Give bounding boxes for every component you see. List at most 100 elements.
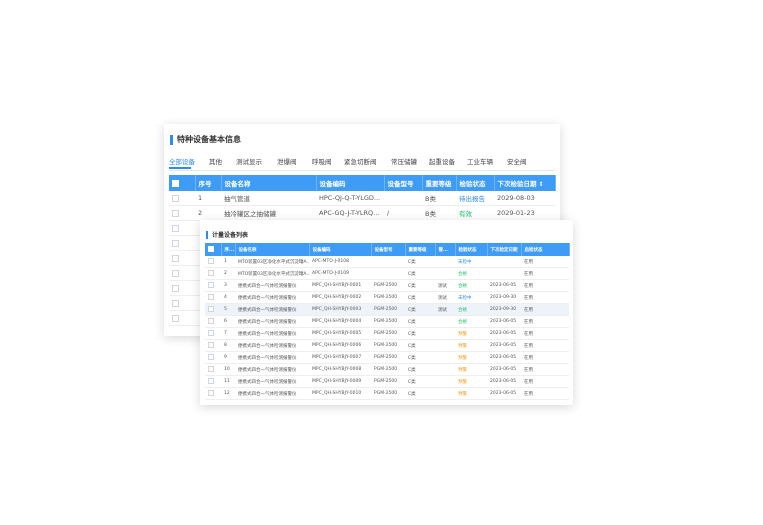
table-row[interactable]: 9 便携式四合一气体检测报警仪 MPC_QH-SHYBJY-0007 PGM-2500… [205,351,569,364]
col-header-manage: 管... [435,243,456,256]
table-row[interactable]: 2 MTO装置03区净化水平式沉淀罐A... APC-MTO-J-0109 C类 合格 在… [205,267,569,280]
row-checkbox[interactable] [205,279,221,292]
table-cell: PGM-2500 [371,315,405,328]
table-cell: APC-MTO-J-0108 [309,256,371,268]
table-cell: 9 [221,351,235,364]
title-accent-bar [170,134,173,145]
table-row[interactable]: 7 便携式四合一气体检测报警仪 MPC_QH-SHYBJY-0005 PGM-2500… [205,327,569,340]
row-checkbox[interactable] [205,267,221,280]
row-checkbox[interactable] [205,315,221,328]
checkbox-icon [172,209,179,217]
row-checkbox[interactable] [205,387,221,400]
table-cell: 便携式四合一气体检测报警仪 [235,279,309,292]
table-cell: PGM-2500 [371,351,405,364]
tab-8[interactable]: 工业车辆 [467,156,493,166]
table-cell [435,363,455,376]
table-cell: 10 [221,363,235,376]
row-checkbox[interactable] [169,295,195,311]
row-checkbox[interactable] [169,235,195,251]
table-cell [487,267,521,280]
table-cell: 在用 [521,291,569,304]
col-header-code: 设备编码 [316,175,385,191]
col-header-level: 重要等级 [422,175,457,191]
checkbox-icon [208,294,214,301]
select-all-checkbox[interactable] [205,243,222,256]
panel-title-text: 特种设备基本信息 [177,135,241,144]
table-row[interactable]: 6 便携式四合一气体检测报警仪 MPC_QH-SHYBJY-0004 PGM-2500… [205,315,569,328]
select-all-checkbox[interactable] [169,175,196,191]
tab-5[interactable]: 紧急切断阀 [344,156,377,166]
row-checkbox[interactable] [169,191,195,206]
checkbox-icon [208,306,214,313]
table-cell: 合格 [455,315,487,328]
table-row[interactable]: 3 便携式四合一气体检测报警仪 MPC_QH-SHYBJY-0001 PGM-2500… [205,279,569,292]
table-row[interactable]: 5 便携式四合一气体检测报警仪 MPC_QH-SHYBJY-0003 PGM-2500… [205,303,569,316]
tab-1[interactable]: 其他 [209,156,222,166]
row-checkbox[interactable] [205,351,221,364]
row-checkbox[interactable] [205,303,221,316]
panel-title: 计量设备列表 [206,230,248,239]
table-cell: C类 [405,387,435,400]
table-row[interactable]: 12 便携式四合一气体检测报警仪 MPC_QH-SHYBJY-0010 PGM-250… [205,387,569,400]
row-checkbox[interactable] [205,327,221,340]
table-cell: C类 [405,315,435,328]
table-cell: 2029-01-23 [494,205,555,221]
table-cell: MTO装置03区净化水平式沉淀罐A... [235,267,309,280]
table-row[interactable]: 8 便携式四合一气体检测报警仪 MPC_QH-SHYBJY-0006 PGM-2500… [205,339,569,352]
tab-3[interactable]: 泄爆阀 [277,156,297,166]
checkbox-icon [172,239,179,247]
row-checkbox[interactable] [169,205,195,221]
tab-6[interactable]: 常压储罐 [391,156,417,166]
row-checkbox[interactable] [169,280,195,296]
table-cell: MPC_QH-SHYBJY-0005 [309,327,371,340]
row-checkbox[interactable] [205,256,221,268]
table-cell: C类 [405,351,435,364]
col-header-code: 设备编码 [309,243,372,256]
row-checkbox[interactable] [205,375,221,388]
table-cell: 1 [195,191,221,206]
table-cell: 7 [221,327,235,340]
table-cell: 5 [221,303,235,316]
row-checkbox[interactable] [205,339,221,352]
table-cell: 便携式四合一气体检测报警仪 [235,351,309,364]
table-cell: 2023-06-05 [487,363,521,376]
tab-4[interactable]: 呼吸阀 [312,156,332,166]
col-header-model: 设备型号 [371,243,406,256]
table-cell: 在用 [521,387,569,400]
row-checkbox[interactable] [205,291,221,304]
col-header-model: 设备型号 [384,175,423,191]
row-checkbox[interactable] [205,363,221,376]
row-checkbox[interactable] [169,265,195,281]
row-checkbox[interactable] [169,250,195,266]
tab-9[interactable]: 安全阀 [507,156,527,166]
row-checkbox[interactable] [169,310,195,326]
table-cell: C类 [405,267,435,280]
tab-2[interactable]: 测试显示 [236,156,262,166]
table-row[interactable]: 1 抽气管道 HPC-QJ-Q-T-YLGD... B类 待出报告 2029-08-03 [169,191,555,206]
table-row[interactable]: 2 抽冷罐区之抽储罐 APC-GQ-J-T-YLRQ... / B类 有效 2029-01-… [169,205,555,221]
table-cell [435,327,455,340]
table-cell[interactable]: 待出报告 [456,191,494,206]
table-cell: 在用 [521,327,569,340]
table-cell: 在用 [521,267,569,280]
col-header-index: 序... [221,243,236,256]
table-cell: 便携式四合一气体检测报警仪 [235,303,309,316]
table-cell: 未检中 [455,291,487,304]
table-cell: 便携式四合一气体检测报警仪 [235,327,309,340]
table-cell[interactable]: 有效 [456,205,494,221]
table-row[interactable]: 10 便携式四合一气体检测报警仪 MPC_QH-SHYBJY-0008 PGM-250… [205,363,569,376]
table-row[interactable]: 4 便携式四合一气体检测报警仪 MPC_QH-SHYBJY-0002 PGM-2500… [205,291,569,304]
table-row[interactable]: 11 便携式四合一气体检测报警仪 MPC_QH-SHYBJY-0009 PGM-250… [205,375,569,388]
row-checkbox[interactable] [169,220,195,236]
table-row[interactable]: 1 MTO装置03区净化水平式沉淀罐A... APC-MTO-J-0108 C类 未检中… [205,256,569,268]
tab-0[interactable]: 全部设备 [169,156,195,166]
table-cell: 便携式四合一气体检测报警仪 [235,291,309,304]
tab-7[interactable]: 起重设备 [429,156,455,166]
checkbox-icon [172,269,179,277]
table-cell: MPC_QH-SHYBJY-0010 [309,387,371,400]
checkbox-icon [208,246,214,253]
col-header-next-date[interactable]: 下次检验日期 ⇕ [494,175,556,191]
table-cell: 便携式四合一气体检测报警仪 [235,315,309,328]
equipment-tabs: 全部设备 其他 测试显示 泄爆阀 呼吸阀 紧急切断阀 常压储罐 起重设备 工业车辆 安全阀 [169,154,555,171]
sort-icon[interactable]: ⇕ [539,181,544,188]
